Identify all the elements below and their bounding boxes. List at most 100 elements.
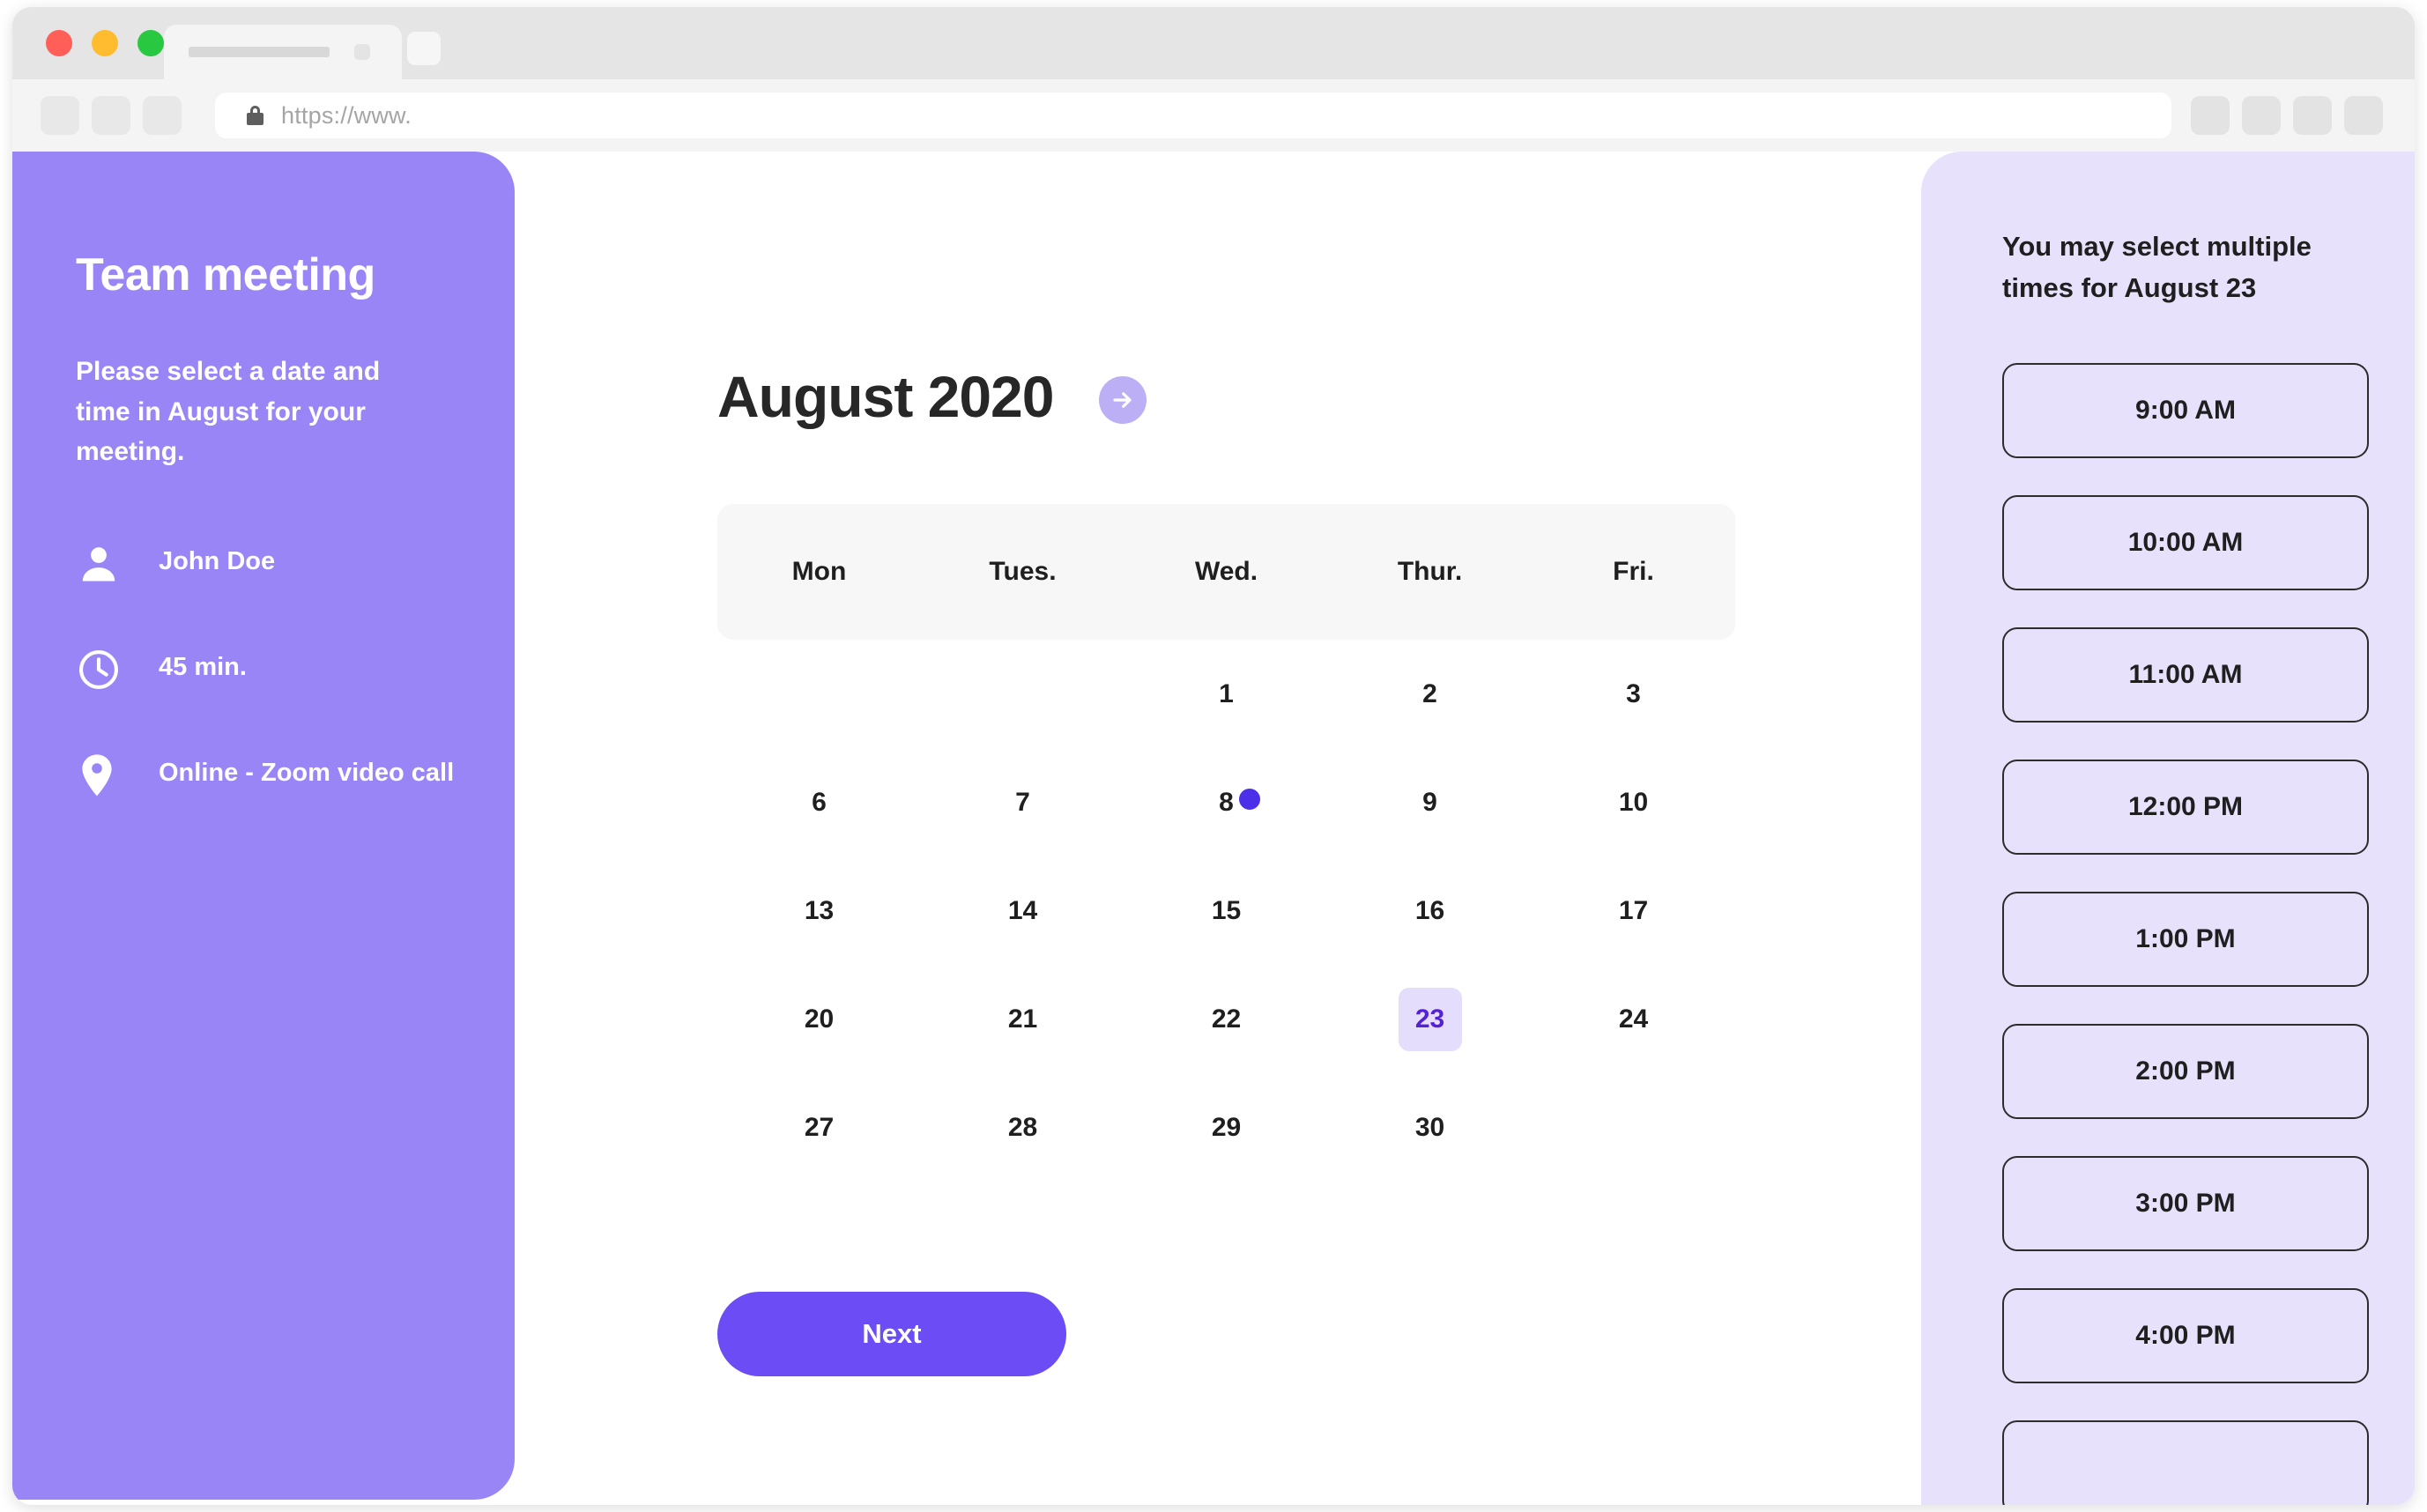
day-number — [1602, 1096, 1666, 1160]
time-slot-button[interactable]: 10:00 AM — [2002, 495, 2369, 591]
info-row-host: John Doe — [76, 539, 462, 587]
back-button[interactable] — [41, 96, 79, 135]
calendar-day-cell[interactable]: 8 — [1124, 771, 1328, 834]
day-number[interactable]: 10 — [1602, 771, 1666, 834]
nav-button-group — [41, 96, 182, 135]
calendar-day-cell[interactable]: 15 — [1124, 879, 1328, 943]
address-bar[interactable]: https://www. — [215, 93, 2171, 138]
calendar-day-cell[interactable]: 29 — [1124, 1096, 1328, 1160]
calendar-day-cell[interactable]: 1 — [1124, 663, 1328, 726]
time-slot-button[interactable]: 4:00 PM — [2002, 1288, 2369, 1384]
calendar-day-cell[interactable]: 17 — [1532, 879, 1735, 943]
calendar-header: August 2020 — [717, 152, 1775, 430]
day-number[interactable]: 1 — [1195, 663, 1258, 726]
calendar-day-cell[interactable]: 7 — [921, 771, 1124, 834]
calendar-day-name-cell: Mon — [717, 557, 921, 587]
day-name-tues: Tues. — [989, 557, 1057, 586]
extension-button-1[interactable] — [2191, 96, 2230, 135]
maximize-window-button[interactable] — [137, 30, 164, 56]
calendar-day-name-cell: Tues. — [921, 557, 1124, 587]
time-slots-panel: You may select multiple times for August… — [1921, 152, 2415, 1505]
calendar-day-cell[interactable]: 9 — [1328, 771, 1532, 834]
tab-title-placeholder — [189, 47, 330, 57]
time-slot-button[interactable]: 2:00 PM — [2002, 1024, 2369, 1120]
day-number — [788, 663, 851, 726]
day-number[interactable]: 15 — [1195, 879, 1258, 943]
info-row-duration: 45 min. — [76, 645, 462, 693]
calendar-day-name-cell: Thur. — [1328, 557, 1532, 587]
time-slot-button[interactable]: 12:00 PM — [2002, 760, 2369, 856]
host-name: John Doe — [159, 546, 276, 575]
calendar-week-row: 6 7 8 9 10 — [717, 748, 1735, 856]
calendar-day-name-cell: Fri. — [1532, 557, 1735, 587]
time-slot-button[interactable]: 9:00 AM — [2002, 363, 2369, 459]
location-label: Online - Zoom video call — [159, 758, 455, 787]
url-text: https://www. — [281, 101, 412, 129]
calendar-panel: August 2020 Mon Tues. Wed. Thur. Fri. 1 … — [717, 152, 1775, 1376]
day-number[interactable]: 3 — [1602, 663, 1666, 726]
person-icon — [76, 539, 127, 587]
close-icon[interactable] — [354, 44, 370, 60]
day-number[interactable]: 21 — [991, 988, 1055, 1051]
day-name-fri: Fri. — [1613, 557, 1654, 586]
time-slot-button[interactable]: 11:00 AM — [2002, 627, 2369, 723]
calendar-day-cell[interactable]: 28 — [921, 1096, 1124, 1160]
day-number-selected[interactable]: 23 — [1398, 987, 1462, 1051]
calendar-day-cell[interactable]: 2 — [1328, 663, 1532, 726]
day-number[interactable]: 27 — [788, 1096, 851, 1160]
calendar-day-cell[interactable]: 14 — [921, 879, 1124, 943]
day-name-thur: Thur. — [1397, 557, 1463, 586]
day-number[interactable]: 17 — [1602, 879, 1666, 943]
calendar-day-cell[interactable]: 30 — [1328, 1096, 1532, 1160]
day-number[interactable]: 6 — [788, 771, 851, 834]
calendar-week-row: 1 2 3 — [717, 640, 1735, 748]
day-number[interactable]: 9 — [1399, 771, 1462, 834]
calendar-grid: Mon Tues. Wed. Thur. Fri. 1 2 3 6 7 8 9 … — [717, 504, 1735, 1182]
calendar-week-row: 27 28 29 30 — [717, 1073, 1735, 1182]
calendar-day-cell[interactable]: 20 — [717, 988, 921, 1051]
sidebar-description: Please select a date and time in August … — [76, 357, 381, 467]
extension-button-3[interactable] — [2293, 96, 2332, 135]
browser-window: https://www. Team meeting Please select … — [12, 7, 2415, 1505]
calendar-day-cell[interactable]: 24 — [1532, 988, 1735, 1051]
time-slot-button[interactable] — [2002, 1420, 2369, 1505]
day-number[interactable]: 28 — [991, 1096, 1055, 1160]
calendar-day-cell[interactable]: 27 — [717, 1096, 921, 1160]
location-pin-icon — [76, 751, 127, 798]
day-number[interactable]: 29 — [1195, 1096, 1258, 1160]
day-number[interactable]: 22 — [1195, 988, 1258, 1051]
day-number[interactable]: 14 — [991, 879, 1055, 943]
day-number[interactable]: 13 — [788, 879, 851, 943]
calendar-day-cell[interactable]: 3 — [1532, 663, 1735, 726]
day-number[interactable]: 24 — [1602, 988, 1666, 1051]
browser-tab[interactable] — [164, 25, 402, 79]
calendar-day-cell[interactable]: 16 — [1328, 879, 1532, 943]
time-slot-button[interactable]: 3:00 PM — [2002, 1156, 2369, 1252]
profile-button[interactable] — [2344, 96, 2383, 135]
reload-button[interactable] — [143, 96, 182, 135]
calendar-month-title: August 2020 — [717, 364, 1054, 429]
day-number[interactable]: 16 — [1399, 879, 1462, 943]
day-number[interactable]: 2 — [1399, 663, 1462, 726]
meeting-info-sidebar: Team meeting Please select a date and ti… — [12, 152, 515, 1500]
day-number[interactable]: 7 — [991, 771, 1055, 834]
time-slot-button[interactable]: 1:00 PM — [2002, 892, 2369, 988]
calendar-day-cell[interactable]: 6 — [717, 771, 921, 834]
plus-icon[interactable] — [407, 32, 441, 65]
day-number[interactable]: 20 — [788, 988, 851, 1051]
toolbar-right-buttons — [2191, 96, 2415, 135]
calendar-day-cell[interactable]: 13 — [717, 879, 921, 943]
calendar-day-cell[interactable]: 22 — [1124, 988, 1328, 1051]
arrow-right-icon[interactable] — [1099, 376, 1147, 424]
forward-button[interactable] — [92, 96, 130, 135]
availability-dot-icon — [1238, 788, 1260, 810]
next-button[interactable]: Next — [717, 1292, 1066, 1376]
calendar-day-cell-selected[interactable]: 23 — [1328, 987, 1532, 1051]
calendar-day-cell[interactable]: 21 — [921, 988, 1124, 1051]
calendar-day-cell[interactable]: 10 — [1532, 771, 1735, 834]
minimize-window-button[interactable] — [92, 30, 118, 56]
page-viewport: Team meeting Please select a date and ti… — [12, 152, 2415, 1505]
close-window-button[interactable] — [46, 30, 72, 56]
extension-button-2[interactable] — [2242, 96, 2281, 135]
day-number[interactable]: 30 — [1399, 1096, 1462, 1160]
